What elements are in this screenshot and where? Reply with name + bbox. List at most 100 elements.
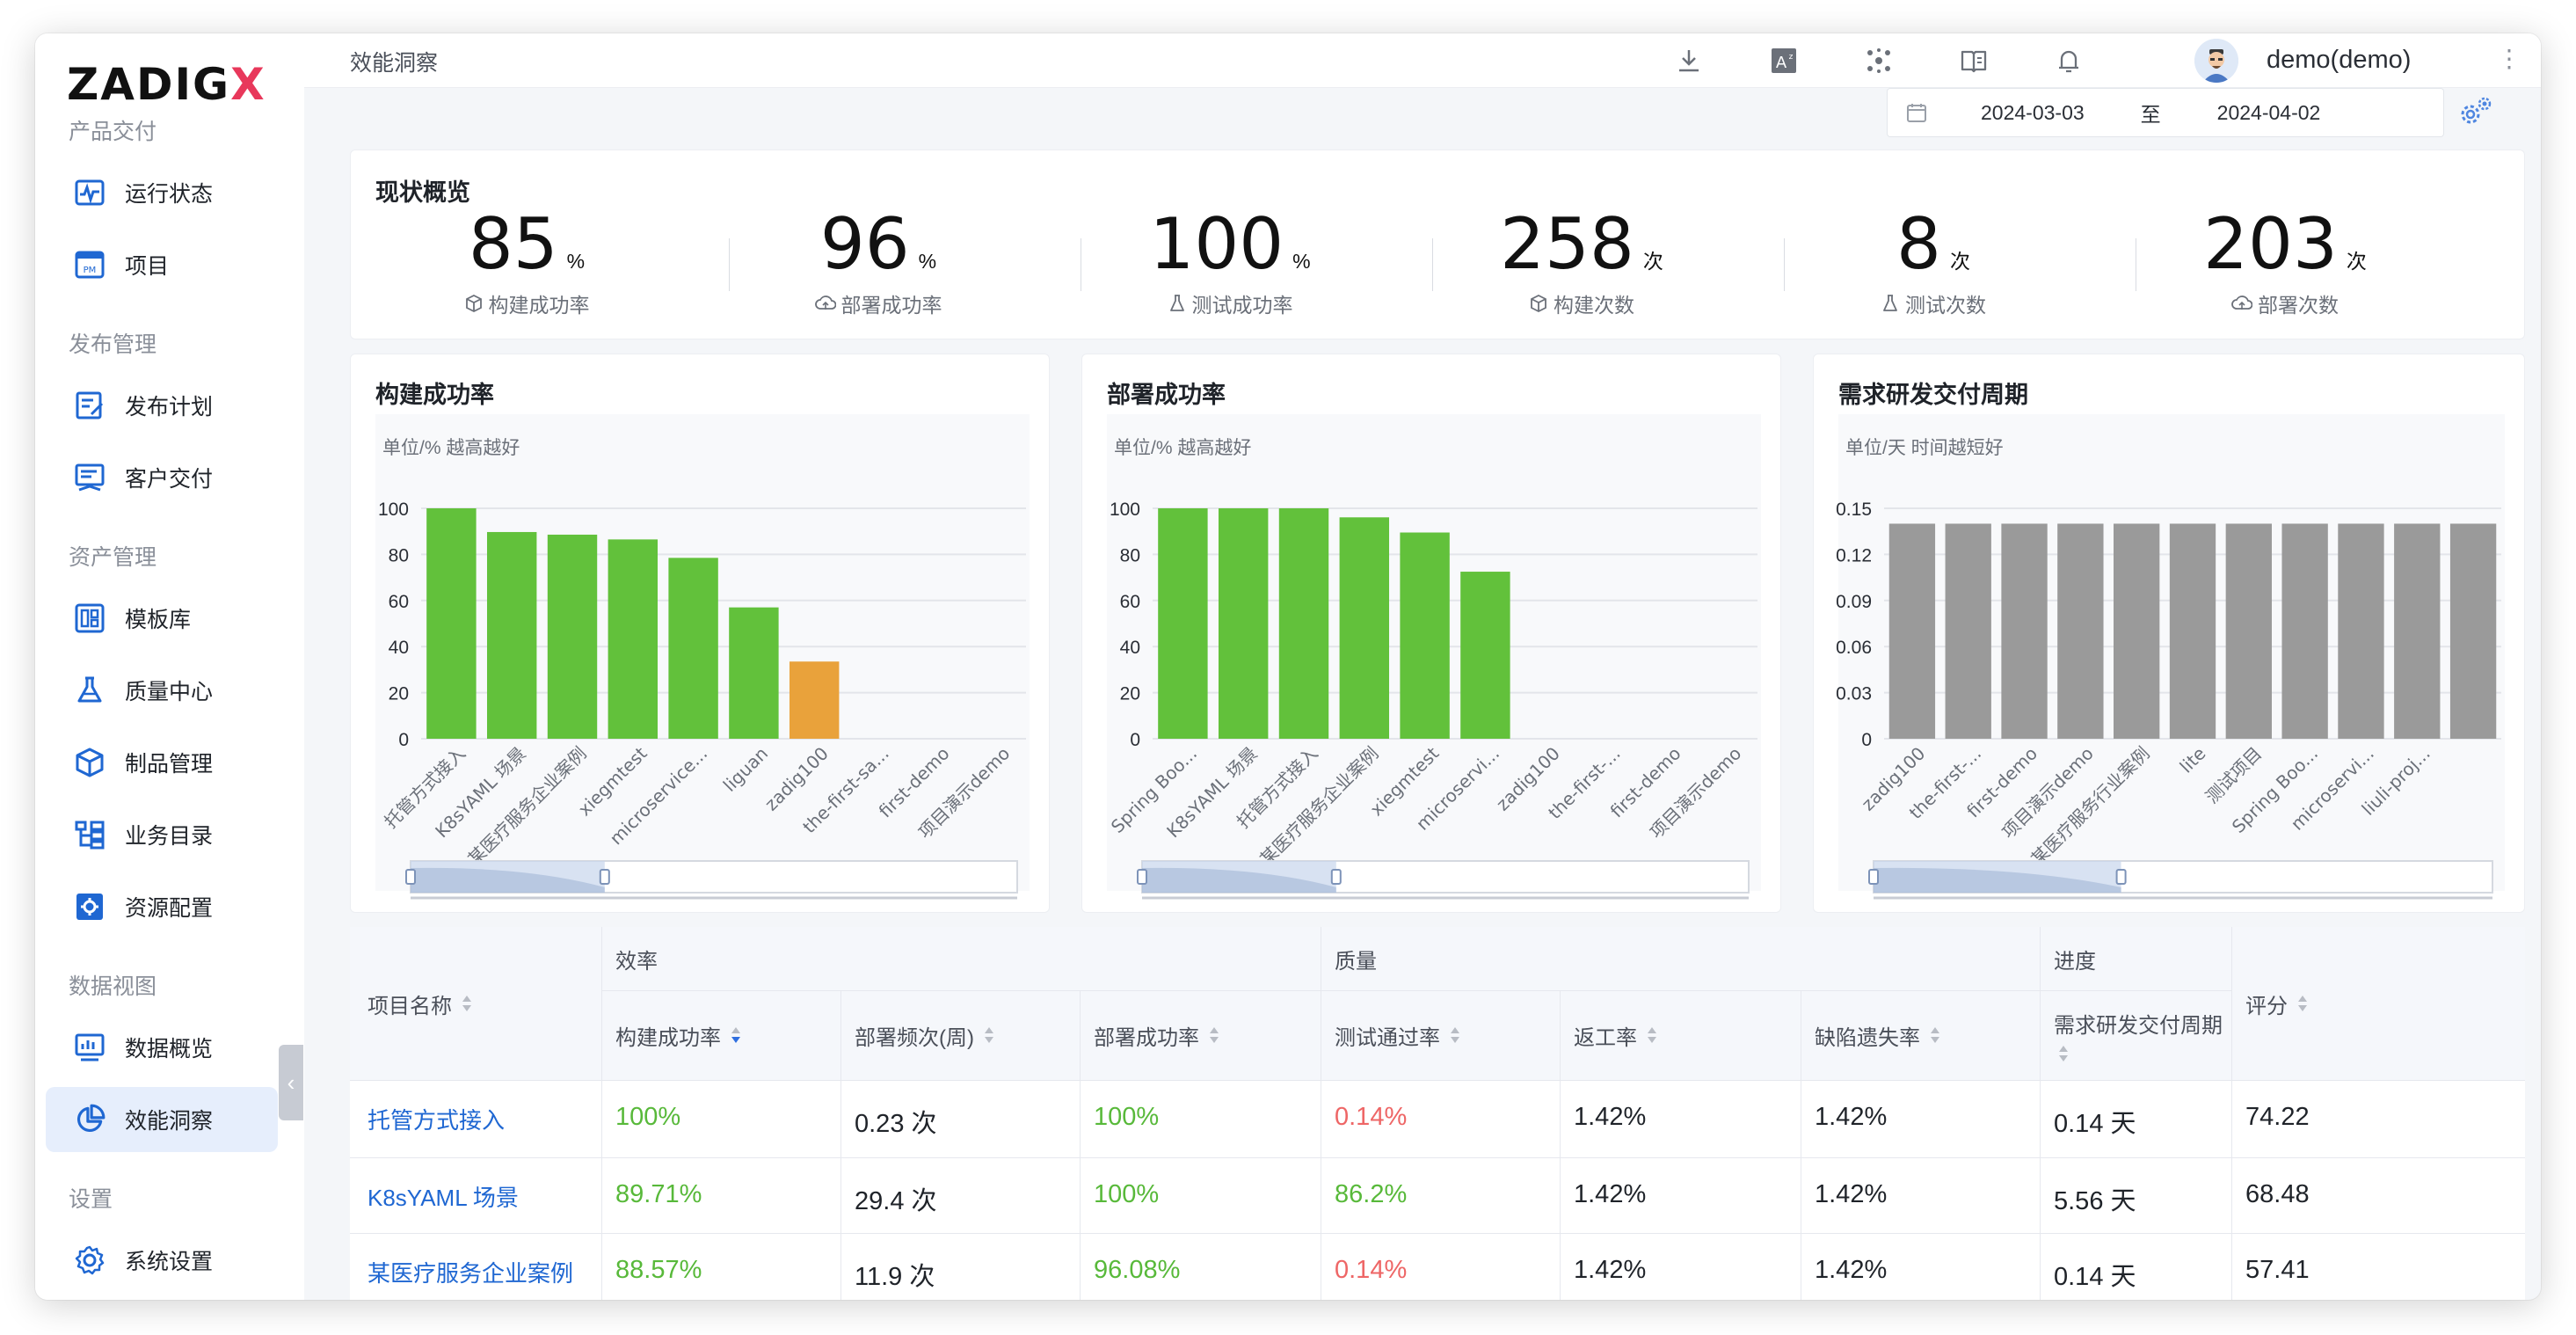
docs-book-icon[interactable]: [1957, 44, 1990, 77]
zoom-slider-handle[interactable]: [405, 869, 416, 885]
stat-caption: 构建成功率: [488, 294, 590, 317]
bar[interactable]: [2394, 523, 2441, 739]
build-success-chart[interactable]: 020406080100托管方式接入K8sYAML 场景某医疗服务企业案例xie…: [351, 354, 1051, 914]
group-header-progress: 进度: [2054, 949, 2096, 974]
bar[interactable]: [1218, 508, 1269, 739]
bar[interactable]: [2001, 523, 2048, 739]
zadig-logo[interactable]: ZADIGX: [67, 49, 266, 120]
sidebar-item-projects[interactable]: PM 项目: [46, 232, 278, 297]
translate-icon[interactable]: Az: [1767, 44, 1801, 77]
template-icon: [72, 601, 107, 636]
date-end[interactable]: 2024-04-02: [2217, 101, 2321, 125]
sidebar-item-data-overview[interactable]: 数据概览: [46, 1015, 278, 1080]
bar[interactable]: [1339, 517, 1390, 739]
y-tick-label: 0: [1861, 730, 1872, 750]
bar[interactable]: [2225, 523, 2272, 739]
col-divider: [2040, 927, 2041, 1300]
col-header-delivery-cycle[interactable]: 需求研发交付周期: [2054, 990, 2223, 1080]
bar[interactable]: [668, 558, 718, 739]
sidebar-collapse-button[interactable]: ‹: [279, 1045, 303, 1120]
sidebar-item-run-status[interactable]: 运行状态: [46, 160, 278, 225]
sort-desc-active-icon: [731, 1027, 740, 1043]
cell-deploy-success: 100%: [1094, 1180, 1160, 1208]
stat-unit: %: [1292, 250, 1311, 273]
sidebar-item-system-settings[interactable]: 系统设置: [46, 1228, 278, 1293]
bar[interactable]: [1278, 508, 1329, 739]
bar[interactable]: [486, 531, 537, 739]
date-start[interactable]: 2024-03-03: [1981, 101, 2085, 125]
col-header-deploy-frequency[interactable]: 部署频次(周): [855, 990, 995, 1080]
zoom-slider-handle[interactable]: [2115, 869, 2127, 885]
more-menu-icon[interactable]: ⋮: [2497, 44, 2521, 73]
cell-build-success: 88.57%: [615, 1256, 702, 1284]
project-link[interactable]: 托管方式接入: [367, 1103, 505, 1135]
project-link[interactable]: 某医疗服务企业案例: [367, 1256, 573, 1288]
col-header-score[interactable]: 评分: [2245, 927, 2309, 1080]
sidebar-item-templates[interactable]: 模板库: [46, 586, 278, 651]
bar[interactable]: [2169, 523, 2216, 739]
sidebar-item-resource-config[interactable]: 资源配置: [46, 874, 278, 939]
stat-build-success-rate: 85% 构建成功率: [351, 203, 702, 318]
bar[interactable]: [1945, 523, 1991, 739]
sidebar-item-label: 制品管理: [125, 752, 214, 777]
sort-icon: [2059, 1045, 2068, 1061]
sidebar-item-quality-center[interactable]: 质量中心: [46, 658, 278, 723]
bell-icon[interactable]: [2052, 44, 2085, 77]
insight-settings-icon[interactable]: [2456, 93, 2495, 133]
bar[interactable]: [1400, 532, 1450, 739]
y-tick-label: 20: [389, 684, 409, 704]
pulse-monitor-icon: [72, 175, 107, 210]
stat-unit: 次: [1949, 250, 1970, 273]
bar[interactable]: [1888, 523, 1936, 739]
bar[interactable]: [2114, 523, 2160, 739]
col-header-label: 构建成功率: [615, 1025, 721, 1050]
username[interactable]: demo(demo): [2267, 46, 2411, 75]
stat-deploy-success-rate: 96% 部署成功率: [702, 203, 1054, 318]
delivery-cycle-chart[interactable]: 00.030.060.090.120.15zadig100the-first-.…: [1814, 354, 2526, 914]
sidebar-item-label: 客户交付: [125, 467, 214, 492]
edit-plan-icon: [72, 388, 107, 423]
stat-test-count: 8次 测试次数: [1757, 203, 2109, 318]
avatar[interactable]: [2194, 39, 2238, 83]
stat-caption: 构建次数: [1554, 294, 1634, 317]
col-header-rework[interactable]: 返工率: [1574, 990, 1658, 1080]
col-header-project[interactable]: 项目名称: [367, 927, 473, 1080]
y-tick-label: 0.03: [1836, 684, 1872, 704]
bar[interactable]: [547, 534, 598, 739]
bar[interactable]: [1460, 572, 1510, 739]
bar[interactable]: [729, 607, 779, 739]
bar[interactable]: [608, 539, 659, 739]
bar[interactable]: [2281, 523, 2328, 739]
y-tick-label: 80: [1120, 545, 1140, 565]
col-header-deploy-success[interactable]: 部署成功率: [1094, 990, 1220, 1080]
bar[interactable]: [1158, 508, 1208, 739]
sort-icon: [984, 1027, 993, 1043]
network-icon[interactable]: [1862, 44, 1896, 77]
sidebar-item-service-catalog[interactable]: 业务目录: [46, 802, 278, 867]
sidebar-item-release-plan[interactable]: 发布计划: [46, 373, 278, 438]
sidebar-item-artifacts[interactable]: 制品管理: [46, 730, 278, 795]
zoom-slider-handle[interactable]: [1330, 869, 1342, 885]
date-range-picker[interactable]: 2024-03-03 至 2024-04-02: [1887, 88, 2444, 137]
download-icon[interactable]: [1672, 44, 1706, 77]
sidebar-item-customer-delivery[interactable]: 客户交付: [46, 445, 278, 510]
bar[interactable]: [2057, 523, 2104, 739]
bar[interactable]: [426, 508, 477, 739]
zoom-slider-handle[interactable]: [599, 869, 610, 885]
col-header-test-pass[interactable]: 测试通过率: [1335, 990, 1461, 1080]
stat-value: 258: [1500, 203, 1634, 285]
sidebar-item-efficiency-insights[interactable]: 效能洞察: [46, 1087, 278, 1152]
bar[interactable]: [2449, 523, 2497, 739]
zoom-slider-handle[interactable]: [1137, 869, 1147, 885]
col-header-defect-escape[interactable]: 缺陷遗失率: [1815, 990, 1941, 1080]
cell-score: 68.48: [2245, 1180, 2310, 1208]
bar[interactable]: [2338, 523, 2384, 739]
project-link[interactable]: K8sYAML 场景: [367, 1180, 519, 1213]
col-header-build-success[interactable]: 构建成功率: [615, 990, 742, 1080]
y-tick-label: 0.15: [1836, 500, 1872, 520]
bar[interactable]: [789, 661, 840, 739]
deploy-success-chart[interactable]: 020406080100Spring Boo...K8sYAML 场景托管方式接…: [1082, 354, 1782, 914]
zoom-slider-handle[interactable]: [1868, 869, 1879, 885]
deploy-cloud-icon: [2231, 295, 2252, 310]
y-tick-label: 0: [398, 730, 409, 750]
